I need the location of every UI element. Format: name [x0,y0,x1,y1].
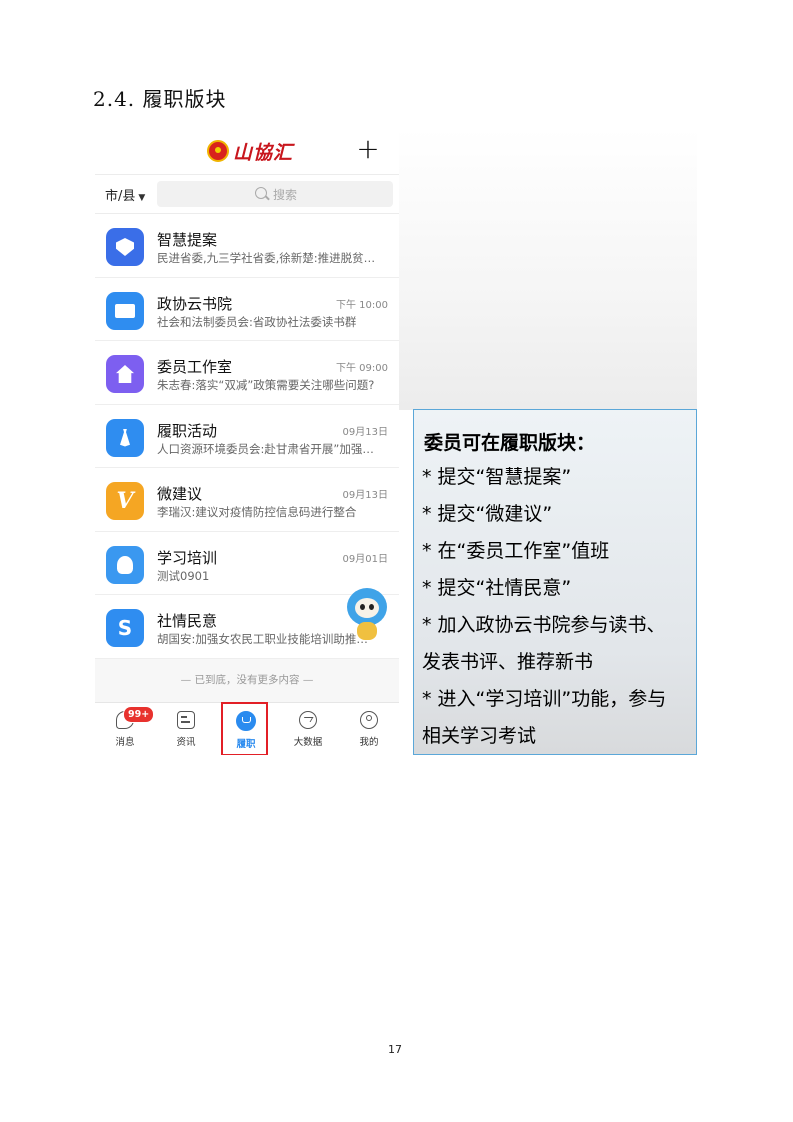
news-icon [177,711,195,729]
callout-line: * 进入“学习培训”功能，参与 [422,688,667,710]
app-logo: 山協汇 [207,137,293,165]
tab-label: 消息 [115,737,135,748]
item-time: 09月13日 [342,490,388,501]
item-title: 政协云书院 [157,294,233,313]
tab-label: 资讯 [176,737,196,748]
search-bar: 市/县 ▼ 搜索 [95,174,399,214]
tab-news[interactable]: 资讯 [160,707,212,753]
tab-messages[interactable]: 99+ 消息 [99,706,155,753]
item-subtitle: 测试0901 [157,568,210,583]
item-subtitle: 李瑞汉:建议对疫情防控信息码进行整合 [157,505,357,519]
house-icon [106,355,144,393]
end-of-list-note: — 已到底，没有更多内容 — [180,674,314,686]
tab-me[interactable]: 我的 [343,707,395,753]
tab-big-data[interactable]: 大数据 [282,707,334,753]
user-icon [360,711,378,729]
item-title: 社情民意 [157,612,218,630]
caret-down-icon: ▼ [138,193,146,203]
mascot-icon[interactable] [347,588,387,640]
item-time: 09月01日 [342,553,388,565]
list-item-training[interactable]: 学习培训 09月01日 测试0901 [95,531,399,595]
item-subtitle: 人口资源环境委员会:赴甘肃省开展”加强… [157,441,374,456]
item-time: 09月13日 [342,426,388,438]
page-number: 17 [388,1043,402,1056]
tab-label: 我的 [359,737,379,748]
book-icon [106,291,144,330]
search-placeholder: 搜索 [273,188,298,202]
item-title: 微建议 [157,485,203,503]
callout-line: 发表书评、推荐新书 [422,651,594,673]
region-label: 市/县 [105,189,136,204]
list-item-cloud-academy[interactable]: 政协云书院 下午 10:00 社会和法制委员会:省政协社法委读书群 [95,277,399,341]
item-time: 下午 10:00 [336,299,388,311]
v-icon: V [106,482,144,520]
region-selector[interactable]: 市/县 ▼ [105,185,145,204]
tab-label: 大数据 [293,737,323,748]
search-input[interactable]: 搜索 [157,181,393,207]
callout-line: * 提交“社情民意” [422,577,572,599]
app-header: 山協汇 + [95,128,399,174]
app-screenshot: 山協汇 + 市/县 ▼ 搜索 智慧提案 民进省委,九三学社省委,徐新楚:推进脱贫…… [95,128,399,755]
background-panel [399,128,697,410]
item-title: 履职活动 [157,421,218,440]
item-time: 下午 09:00 [336,363,388,374]
item-subtitle: 社会和法制委员会:省政协社法委读书群 [157,314,357,329]
item-subtitle: 民进省委,九三学社省委,徐新楚:推进脱贫… [157,251,376,265]
callout-line: * 提交“微建议” [422,503,553,525]
list-item-duty-activities[interactable]: 履职活动 09月13日 人口资源环境委员会:赴甘肃省开展”加强… [95,404,399,468]
item-title: 委员工作室 [157,358,233,376]
callout-title: 委员可在履职版块： [424,432,596,454]
search-icon [255,187,267,199]
chart-icon [299,711,317,729]
bottom-tab-bar: 99+ 消息 资讯 履职 大数据 我的 [95,702,399,755]
callout-line: * 在“委员工作室”值班 [422,540,610,562]
list-item-member-studio[interactable]: 委员工作室 下午 09:00 朱志春:落实“双减”政策需要关注哪些问题? [95,341,399,405]
tie-icon [106,418,144,457]
item-title: 学习培训 [157,548,218,567]
callout-line: 相关学习考试 [422,725,537,747]
unread-badge: 99+ [123,706,155,723]
highlight-box [221,702,268,755]
callout-line: * 提交“智慧提案” [422,466,572,488]
item-title: 智慧提案 [157,231,218,249]
callout-line: * 加入政协云书院参与读书、 [422,614,666,636]
bulb-icon [106,545,144,584]
s-icon: S [106,609,144,647]
callout-box: 委员可在履职版块： * 提交“智慧提案” * 提交“微建议” * 在“委员工作室… [413,409,697,755]
item-subtitle: 朱志春:落实“双减”政策需要关注哪些问题? [157,378,375,392]
logo-text: 山協汇 [233,141,294,164]
add-button[interactable]: + [353,132,383,166]
list-item-smart-proposal[interactable]: 智慧提案 民进省委,九三学社省委,徐新楚:推进脱贫… [95,214,399,278]
section-heading: 2.4. 履职版块 [93,87,227,111]
shield-icon [106,228,144,266]
emblem-icon [207,140,229,162]
list-item-micro-suggestion[interactable]: V 微建议 09月13日 李瑞汉:建议对疫情防控信息码进行整合 [95,468,399,532]
